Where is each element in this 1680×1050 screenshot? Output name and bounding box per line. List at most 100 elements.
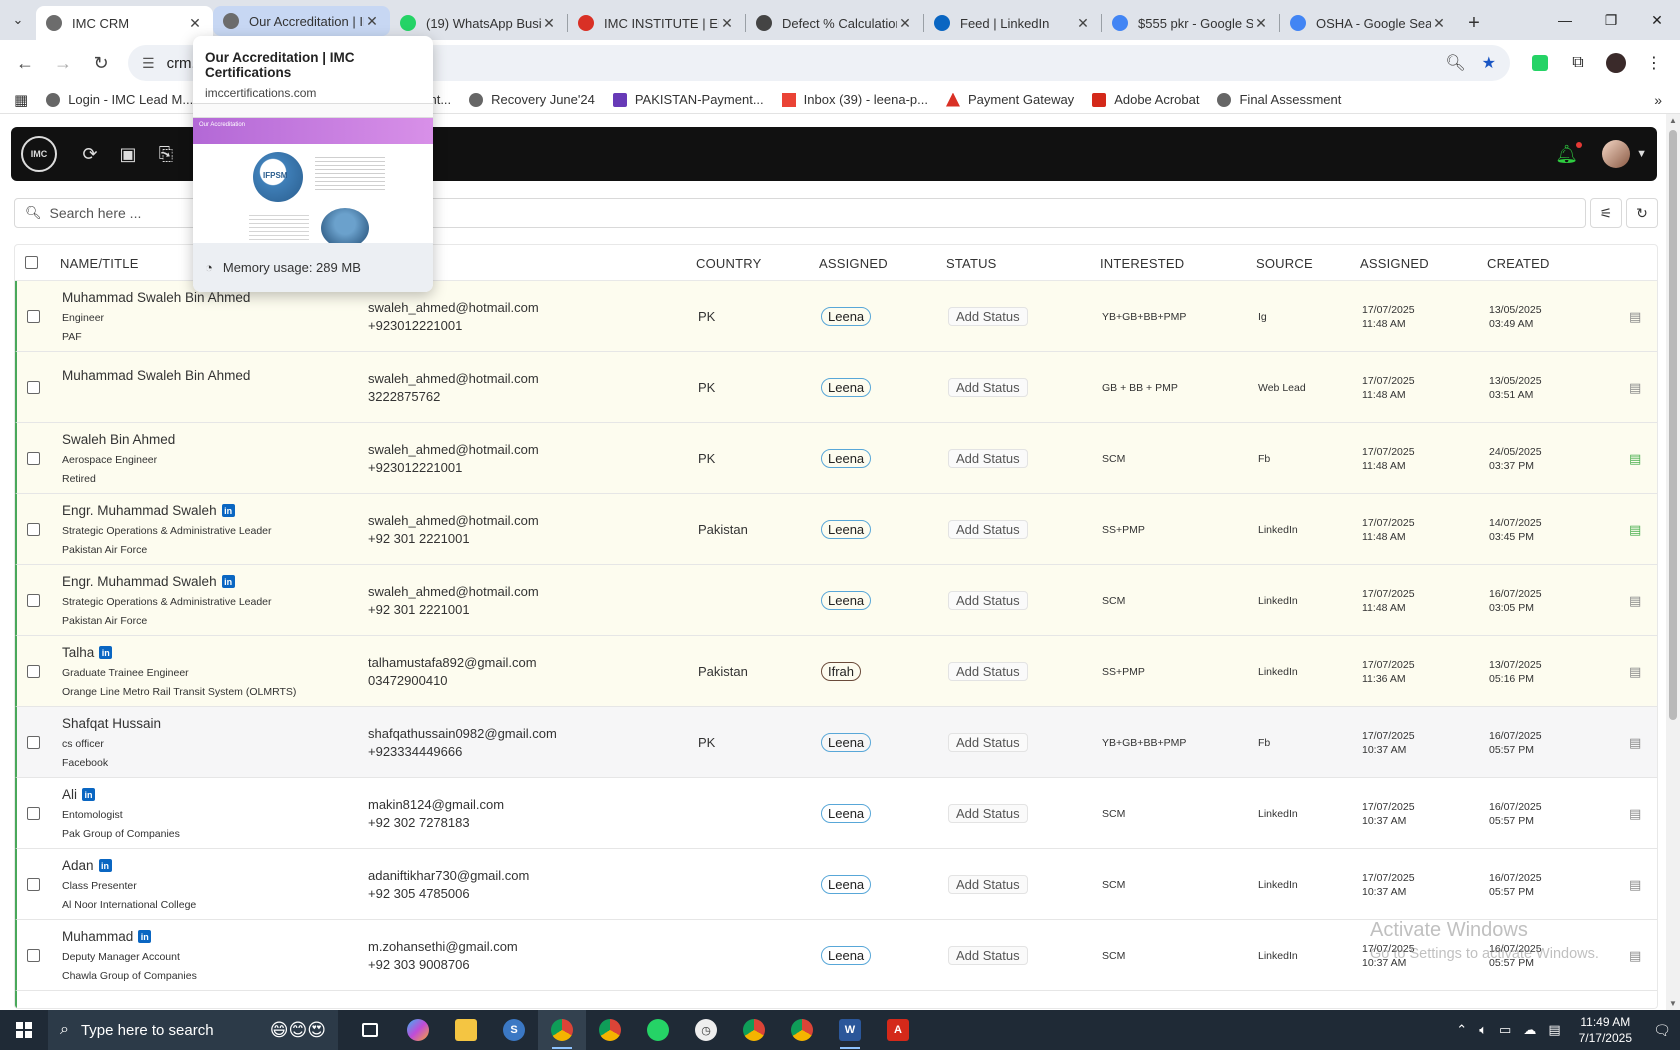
table-row[interactable]: Engr. Muhammad Swaleh in Strategic Operati…: [15, 494, 1657, 565]
linkedin-icon[interactable]: in: [98, 859, 112, 872]
back-button[interactable]: ←: [8, 46, 42, 80]
extension-whatsapp-icon[interactable]: [1522, 45, 1558, 81]
linkedin-icon[interactable]: in: [138, 930, 152, 943]
lead-phone[interactable]: +92 303 9008706: [368, 956, 518, 974]
apps-grid-icon[interactable]: ▦: [14, 91, 28, 109]
table-row[interactable]: Ali in Entomologist Pak Group of Companies m…: [15, 778, 1657, 849]
file-explorer-icon[interactable]: [442, 1010, 490, 1050]
tab-7[interactable]: OSHA - Google Search✕: [1280, 6, 1457, 40]
assignee-badge[interactable]: Leena: [821, 804, 872, 823]
whatsapp-icon[interactable]: [634, 1010, 682, 1050]
lead-phone[interactable]: +92 301 2221001: [368, 601, 539, 619]
lead-name[interactable]: Swaleh Bin Ahmed: [62, 432, 175, 447]
bell-icon[interactable]: 🔔︎: [1555, 141, 1583, 165]
lead-name[interactable]: Talha: [62, 645, 94, 660]
chrome-profile-icon[interactable]: [730, 1010, 778, 1050]
tab-0[interactable]: IMC CRM ✕: [36, 6, 213, 40]
document-icon[interactable]: ▤: [1629, 735, 1641, 751]
restore-button[interactable]: ❐: [1588, 0, 1634, 40]
lead-phone[interactable]: +923334449666: [368, 743, 557, 761]
row-checkbox[interactable]: [27, 807, 40, 820]
header-assigned-date[interactable]: ASSIGNED: [1360, 256, 1429, 271]
tab-3[interactable]: IMC INSTITUTE | ENROLL✕: [568, 6, 745, 40]
tab-2[interactable]: (19) WhatsApp Business✕: [390, 6, 567, 40]
chrome-profile-icon[interactable]: [586, 1010, 634, 1050]
add-status-button[interactable]: Add Status: [948, 378, 1028, 397]
close-icon[interactable]: ✕: [1075, 15, 1091, 32]
linkedin-icon[interactable]: in: [221, 575, 235, 588]
add-status-button[interactable]: Add Status: [948, 449, 1028, 468]
document-icon[interactable]: ▤: [1629, 593, 1641, 609]
lead-email[interactable]: shafqathussain0982@gmail.com: [368, 725, 557, 743]
add-status-button[interactable]: Add Status: [948, 591, 1028, 610]
document-icon[interactable]: ▤: [1629, 309, 1641, 325]
close-icon[interactable]: ✕: [187, 15, 203, 32]
lead-email[interactable]: swaleh_ahmed@hotmail.com: [368, 370, 539, 388]
document-icon[interactable]: ▤: [1629, 806, 1641, 822]
bookmark-item[interactable]: Payment Gateway: [945, 92, 1074, 107]
assignee-badge[interactable]: Leena: [821, 307, 872, 326]
table-row[interactable]: Shafqat Hussain cs officer Facebook shafqat…: [15, 707, 1657, 778]
sync-icon[interactable]: ⟳: [71, 135, 109, 173]
volume-icon[interactable]: 🔈︎: [1479, 1022, 1487, 1038]
document-icon[interactable]: ▤: [1629, 451, 1641, 467]
chrome-profile-icon[interactable]: [778, 1010, 826, 1050]
close-icon[interactable]: ✕: [1253, 15, 1269, 32]
calendar-check-icon[interactable]: ▣: [109, 135, 147, 173]
lead-name[interactable]: Ali: [62, 787, 77, 802]
bookmark-item[interactable]: PAKISTAN-Payment...: [612, 92, 764, 107]
user-avatar[interactable]: [1602, 140, 1631, 168]
add-status-button[interactable]: Add Status: [948, 307, 1028, 326]
tab-4[interactable]: Defect % Calculation ✕: [746, 6, 923, 40]
row-checkbox[interactable]: [27, 523, 40, 536]
lead-name[interactable]: Muhammad Swaleh Bin Ahmed: [62, 368, 250, 383]
row-checkbox[interactable]: [27, 736, 40, 749]
word-icon[interactable]: W: [826, 1010, 874, 1050]
header-status[interactable]: STATUS: [946, 256, 997, 271]
app-icon[interactable]: ◷: [682, 1010, 730, 1050]
bookmark-item[interactable]: Recovery June'24: [469, 92, 595, 107]
table-row[interactable]: Engr. Muhammad Swaleh in Strategic Operati…: [15, 565, 1657, 636]
new-tab-button[interactable]: +: [1457, 6, 1491, 40]
lead-name[interactable]: Adan: [62, 858, 94, 873]
assignee-badge[interactable]: Leena: [821, 946, 872, 965]
acrobat-icon[interactable]: A: [874, 1010, 922, 1050]
assignee-badge[interactable]: Leena: [821, 449, 872, 468]
row-checkbox[interactable]: [27, 310, 40, 323]
lead-email[interactable]: swaleh_ahmed@hotmail.com: [368, 299, 539, 317]
lead-name[interactable]: Muhammad Swaleh Bin Ahmed: [62, 290, 250, 305]
tab-5[interactable]: Feed | LinkedIn ✕: [924, 6, 1101, 40]
row-checkbox[interactable]: [27, 594, 40, 607]
assignee-badge[interactable]: Leena: [821, 591, 872, 610]
row-checkbox[interactable]: [27, 452, 40, 465]
export-icon[interactable]: ⎘: [147, 135, 185, 173]
close-icon[interactable]: ✕: [897, 15, 913, 32]
notification-icon[interactable]: 🗨︎: [1644, 1022, 1680, 1039]
chrome-icon[interactable]: [538, 1010, 586, 1050]
scrollbar-thumb[interactable]: [1669, 130, 1677, 720]
table-row[interactable]: Talha in Graduate Trainee Engineer Orange L…: [15, 636, 1657, 707]
bookmark-item[interactable]: Inbox (39) - leena-p...: [781, 92, 928, 107]
chevron-down-icon[interactable]: ▼: [1636, 148, 1647, 160]
table-row[interactable]: Adan in Class Presenter Al Noor Internation…: [15, 849, 1657, 920]
table-row[interactable]: Muhammad Swaleh Bin Ahmed swaleh_ahmed@ho…: [15, 352, 1657, 423]
more-bookmarks-icon[interactable]: »: [1654, 92, 1662, 108]
lead-email[interactable]: swaleh_ahmed@hotmail.com: [368, 583, 539, 601]
row-checkbox[interactable]: [27, 381, 40, 394]
network-icon[interactable]: ▤: [1548, 1022, 1560, 1038]
close-icon[interactable]: ✕: [541, 15, 557, 32]
document-icon[interactable]: ▤: [1629, 380, 1641, 396]
lead-phone[interactable]: 03472900410: [368, 672, 537, 690]
header-source[interactable]: SOURCE: [1256, 256, 1313, 271]
assignee-badge[interactable]: Leena: [821, 378, 872, 397]
close-icon[interactable]: ✕: [719, 15, 735, 32]
lead-phone[interactable]: +923012221001: [368, 459, 539, 477]
scroll-up-icon[interactable]: ▲: [1669, 116, 1677, 125]
linkedin-icon[interactable]: in: [82, 788, 96, 801]
lead-email[interactable]: adaniftikhar730@gmail.com: [368, 867, 529, 885]
lead-phone[interactable]: +92 301 2221001: [368, 530, 539, 548]
document-icon[interactable]: ▤: [1629, 522, 1641, 538]
menu-kebab-icon[interactable]: ⋮: [1636, 45, 1672, 81]
copilot-icon[interactable]: [394, 1010, 442, 1050]
lead-phone[interactable]: 3222875762: [368, 388, 539, 406]
